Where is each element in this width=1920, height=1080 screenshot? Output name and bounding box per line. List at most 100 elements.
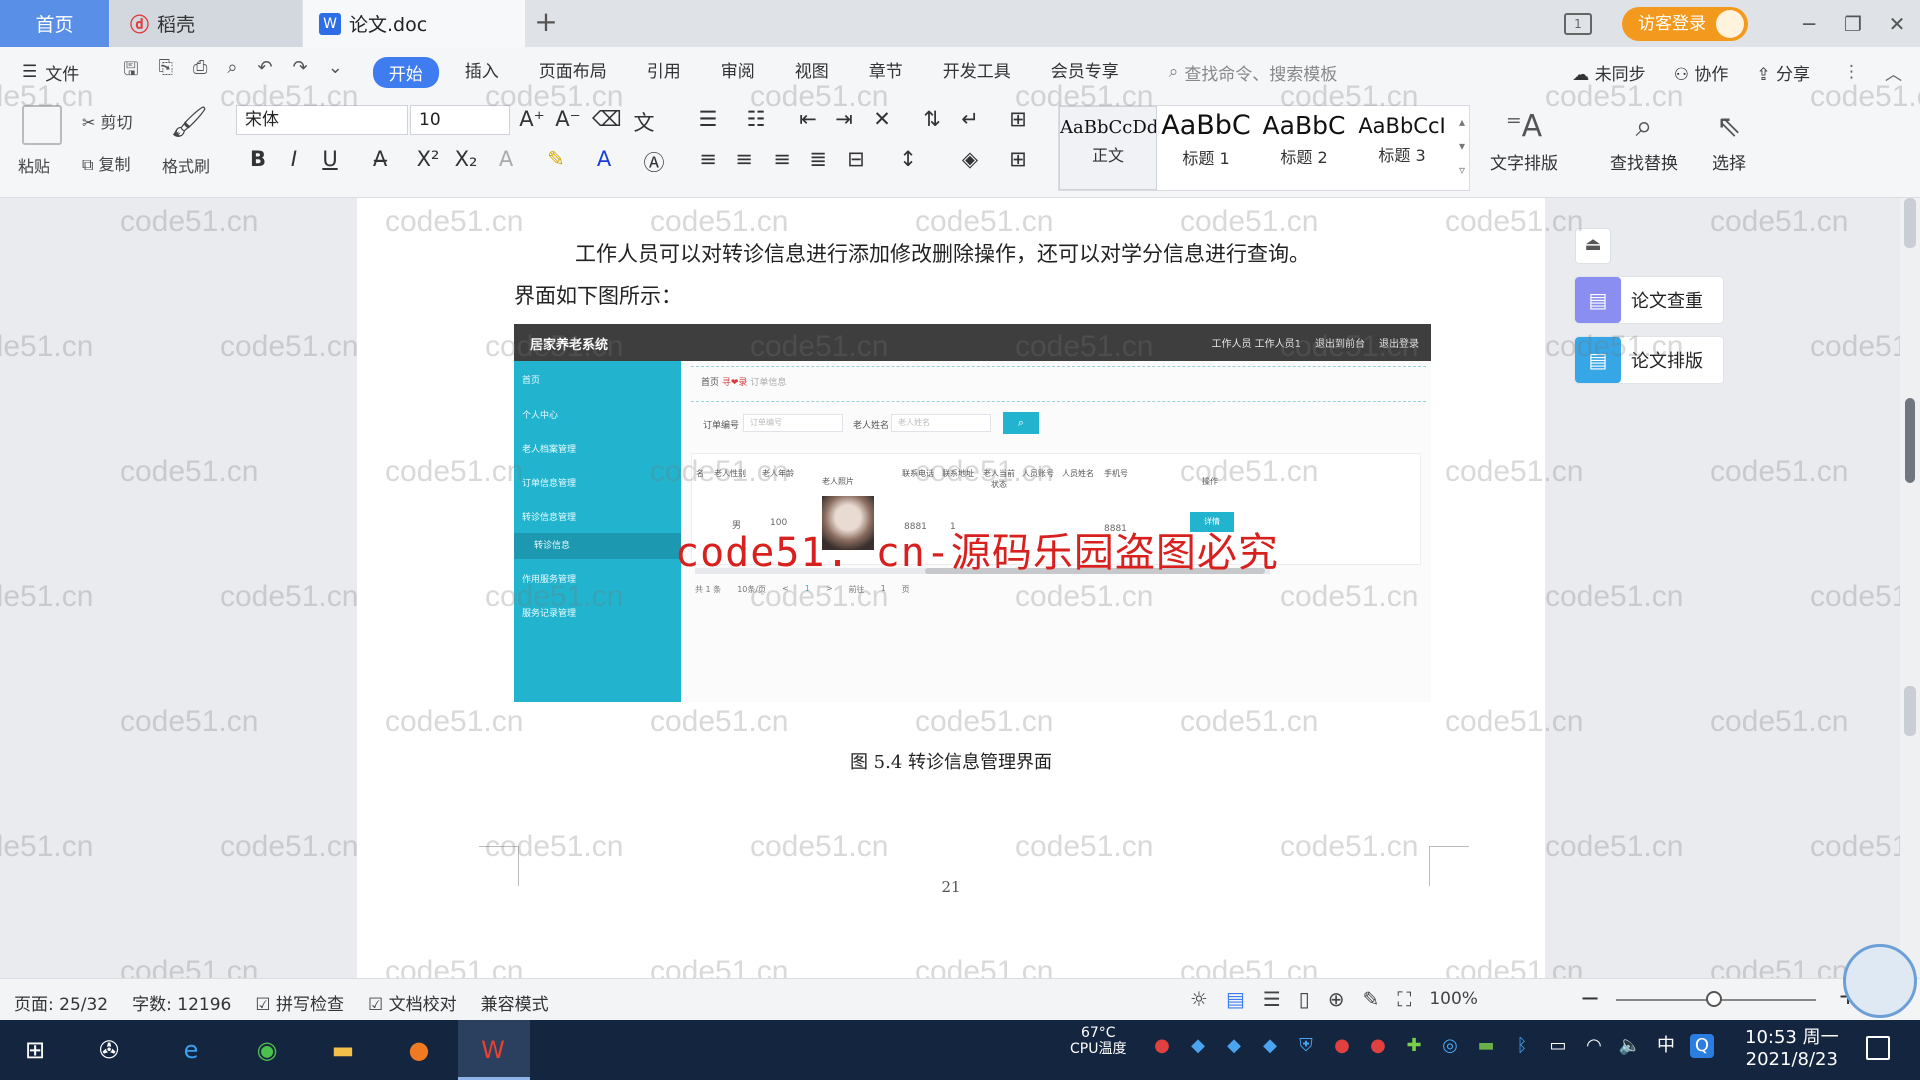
- align-center-icon[interactable]: ≡: [730, 147, 758, 171]
- numbering-icon[interactable]: ☷: [742, 107, 770, 131]
- font-name-select[interactable]: 宋体: [236, 105, 408, 135]
- save-icon[interactable]: 🖫: [123, 57, 138, 87]
- eye-protect-icon[interactable]: ☼: [1190, 987, 1208, 1011]
- scrollbar-thumb[interactable]: [1905, 398, 1915, 483]
- style-normal[interactable]: AaBbCcDd 正文: [1059, 106, 1157, 190]
- vertical-scrollbar[interactable]: [1900, 198, 1920, 978]
- tray-app-icon[interactable]: ●: [1150, 1034, 1174, 1058]
- more-icon[interactable]: ⋮: [1843, 62, 1860, 82]
- find-replace-button[interactable]: ⌕ 查找替换: [1610, 109, 1678, 174]
- ruler-icon[interactable]: ⊞: [1004, 107, 1032, 131]
- subscript-icon[interactable]: X₂: [452, 147, 480, 171]
- paste-button[interactable]: 粘贴: [18, 153, 50, 177]
- browser-icon[interactable]: ◉: [246, 1029, 288, 1071]
- undo-icon[interactable]: ↶: [258, 57, 273, 87]
- justify-icon[interactable]: ≣: [804, 147, 832, 171]
- shading-icon[interactable]: ◈: [956, 147, 984, 171]
- phonetic-icon[interactable]: 文: [630, 107, 658, 137]
- grow-font-icon[interactable]: A⁺: [518, 107, 546, 131]
- collab-button[interactable]: ⚇ 协作: [1674, 60, 1729, 85]
- tab-daoke[interactable]: ⓓ 稻壳: [110, 0, 302, 47]
- tray-app-icon[interactable]: ●: [1366, 1034, 1390, 1058]
- chevron-down-icon[interactable]: ⌄: [328, 57, 343, 87]
- notification-icon[interactable]: [1866, 1036, 1890, 1060]
- command-search[interactable]: ⌕ 查找命令、搜索模板: [1169, 60, 1338, 85]
- fan-app-icon[interactable]: ✇: [88, 1029, 130, 1071]
- ime-indicator[interactable]: 中: [1654, 1034, 1678, 1058]
- wps-icon[interactable]: W: [472, 1029, 514, 1071]
- menu-tab-member[interactable]: 会员专享: [1031, 57, 1139, 88]
- sync-button[interactable]: ☁ 未同步: [1572, 60, 1645, 85]
- decrease-indent-icon[interactable]: ⇤: [794, 107, 822, 131]
- qq-input-icon[interactable]: Q: [1690, 1034, 1714, 1058]
- menu-tab-page-layout[interactable]: 页面布局: [519, 57, 627, 88]
- tab-document[interactable]: W 论文.doc: [303, 0, 525, 47]
- tray-app-icon[interactable]: ✚: [1402, 1034, 1426, 1058]
- export-icon[interactable]: ⎘: [159, 57, 173, 87]
- new-tab-button[interactable]: +: [530, 6, 562, 38]
- fit-page-icon[interactable]: ⛶: [1397, 987, 1411, 1011]
- shield-icon[interactable]: ⛨: [1294, 1034, 1318, 1058]
- cut-button[interactable]: ✂ 剪切: [82, 109, 133, 133]
- sort-icon[interactable]: ⇅: [918, 107, 946, 131]
- print-icon[interactable]: ⎙: [193, 57, 207, 87]
- embedded-screenshot[interactable]: 居家养老系统 工作人员 工作人员1 退出到前台 退出登录 首页 个人中心 老人档…: [514, 324, 1431, 702]
- app-mascot-icon[interactable]: ●: [398, 1029, 440, 1071]
- format-painter-icon[interactable]: 🖌: [170, 105, 208, 140]
- bold-icon[interactable]: B: [244, 147, 272, 171]
- italic-icon[interactable]: I: [280, 147, 308, 171]
- menu-tab-chapter[interactable]: 章节: [849, 57, 923, 88]
- highlight-icon[interactable]: ✎: [542, 147, 570, 171]
- collapse-ribbon-icon[interactable]: ︿: [1885, 60, 1902, 85]
- write-view-icon[interactable]: ✎: [1363, 987, 1380, 1011]
- page-view-icon[interactable]: ▤: [1226, 987, 1245, 1011]
- zoom-out-button[interactable]: −: [1580, 984, 1600, 1012]
- gpu-icon[interactable]: ▬: [1474, 1034, 1498, 1058]
- windows-start-icon[interactable]: ⊞: [14, 1029, 56, 1071]
- thesis-check-button[interactable]: ▤ 论文查重: [1574, 276, 1724, 324]
- ie-browser-icon[interactable]: e: [170, 1029, 212, 1071]
- paragraph-mark-icon[interactable]: ↵: [956, 107, 984, 131]
- shrink-font-icon[interactable]: A⁻: [554, 107, 582, 131]
- print-preview-icon[interactable]: ⌕: [227, 57, 237, 87]
- superscript-icon[interactable]: X²: [414, 147, 442, 171]
- tray-app-icon[interactable]: ◆: [1258, 1034, 1282, 1058]
- bullets-icon[interactable]: ☰: [694, 107, 722, 131]
- outline-view-icon[interactable]: ☰: [1263, 987, 1281, 1011]
- zoom-level[interactable]: 100%: [1429, 989, 1478, 1009]
- style-scroll-icon[interactable]: ▴ ▾ ▿: [1459, 110, 1465, 182]
- zoom-slider-thumb[interactable]: [1706, 991, 1722, 1007]
- panel-collapse-button[interactable]: ⏏: [1575, 228, 1611, 264]
- tray-app-icon[interactable]: ●: [1330, 1034, 1354, 1058]
- volume-icon[interactable]: 🔈: [1618, 1034, 1642, 1058]
- assistant-avatar[interactable]: [1843, 944, 1917, 1018]
- read-view-icon[interactable]: ▯: [1299, 987, 1310, 1011]
- guest-login-button[interactable]: 访客登录: [1622, 6, 1748, 41]
- tray-app-icon[interactable]: ◆: [1222, 1034, 1246, 1058]
- menu-tab-review[interactable]: 审阅: [701, 57, 775, 88]
- menu-tab-references[interactable]: 引用: [627, 57, 701, 88]
- wifi-icon[interactable]: ◠: [1582, 1034, 1606, 1058]
- restore-button[interactable]: ❐: [1832, 12, 1874, 36]
- chinese-layout-icon[interactable]: ✕: [868, 107, 896, 131]
- strikethrough-icon[interactable]: A̶: [366, 147, 394, 171]
- file-explorer-icon[interactable]: ▬: [322, 1029, 364, 1071]
- align-right-icon[interactable]: ≡: [768, 147, 796, 171]
- clear-format-icon[interactable]: ⌫: [592, 107, 622, 131]
- word-count[interactable]: 字数: 12196: [132, 990, 231, 1015]
- page-indicator[interactable]: 页面: 25/32: [14, 990, 108, 1015]
- share-button[interactable]: ⇪ 分享: [1756, 60, 1810, 85]
- style-heading-3[interactable]: AaBbCcI 标题 3: [1353, 106, 1451, 190]
- tab-home[interactable]: 首页: [0, 0, 109, 47]
- style-heading-1[interactable]: AaBbC 标题 1: [1157, 106, 1255, 190]
- font-size-select[interactable]: 10: [410, 105, 510, 135]
- text-layout-button[interactable]: ⁼A 文字排版: [1490, 109, 1558, 174]
- increase-indent-icon[interactable]: ⇥: [830, 107, 858, 131]
- underline-icon[interactable]: U: [316, 147, 344, 171]
- menu-tab-developer[interactable]: 开发工具: [923, 57, 1031, 88]
- spellcheck-button[interactable]: 拼写检查: [255, 990, 344, 1015]
- align-left-icon[interactable]: ≡: [694, 147, 722, 171]
- line-spacing-icon[interactable]: ↕: [894, 147, 922, 171]
- format-painter-button[interactable]: 格式刷: [162, 153, 210, 177]
- minimize-button[interactable]: ─: [1788, 12, 1830, 36]
